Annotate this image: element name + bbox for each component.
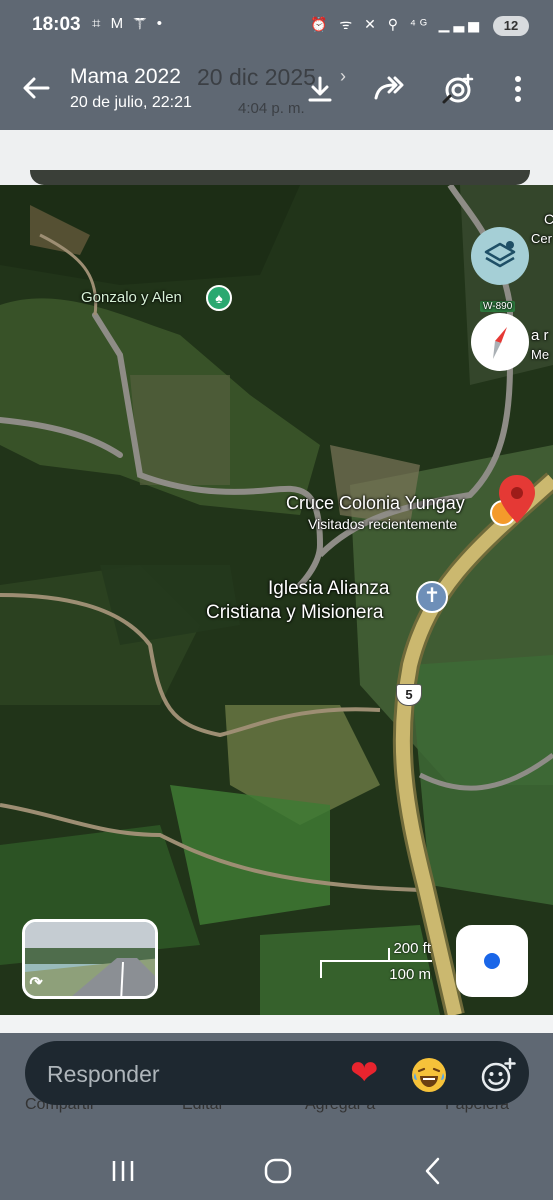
share-icon[interactable]: [372, 72, 406, 106]
notification-icons: ⌗ M ☤ •: [92, 15, 165, 32]
satellite-map-image[interactable]: C Cer a r Me W-890 Gonzalo y Alen ♠ Cruc…: [0, 185, 553, 1015]
lens-icon[interactable]: [441, 72, 475, 106]
compass-icon: [493, 327, 507, 359]
street-view-thumbnail[interactable]: [22, 919, 158, 999]
ghost-message-time: 4:04 p. m.: [238, 100, 305, 117]
battery-indicator: 12: [493, 16, 529, 36]
map-edge-label: a r: [531, 327, 549, 344]
image-bottom-edge: [0, 1015, 553, 1033]
page-title: Mama 2022: [70, 65, 181, 88]
location-dot-icon: [484, 953, 500, 969]
ghost-chevron: ›: [340, 66, 346, 86]
reply-placeholder: Responder: [47, 1061, 160, 1087]
laughing-emoji[interactable]: [412, 1058, 446, 1092]
page-subtitle: 20 de julio, 22:21: [70, 94, 192, 111]
back-icon[interactable]: [415, 1153, 451, 1189]
image-frame-edge: [30, 170, 530, 185]
status-bar: 18:03 ⌗ M ☤ • ⏰ ᯤ ✕ ⚲ ⁴ᴳ ▁▃▅ 12: [0, 0, 553, 50]
scale-meters: 100 m: [389, 966, 431, 983]
compass-button[interactable]: [471, 313, 529, 371]
road-label: W-890: [480, 301, 516, 312]
place-label-iglesia-2[interactable]: Cristiana y Misionera: [206, 602, 383, 624]
my-location-button[interactable]: [456, 925, 528, 997]
scale-tick: [320, 960, 322, 978]
scale-tick: [388, 948, 390, 962]
system-icons: ⏰ ᯤ ✕ ⚲ ⁴ᴳ ▁▃▅: [310, 16, 483, 32]
map-edge-label: Cer: [531, 231, 552, 246]
place-label-iglesia[interactable]: Iglesia Alianza: [268, 578, 389, 600]
map-terrain: [0, 185, 553, 1015]
heart-emoji[interactable]: ❤: [350, 1055, 379, 1091]
download-icon[interactable]: [303, 72, 337, 106]
reply-input[interactable]: Responder ❤: [25, 1041, 529, 1105]
ghost-message-date: 20 dic 2025: [197, 64, 316, 90]
scale-feet: 200 ft: [393, 940, 431, 957]
home-icon[interactable]: [260, 1153, 296, 1189]
laughing-face-icon: [413, 1067, 445, 1087]
layers-button[interactable]: [471, 227, 529, 285]
more-icon[interactable]: [501, 72, 535, 106]
app-bar: 20 dic 2025 › 4:04 p. m. Mama 2022 20 de…: [0, 50, 553, 130]
map-edge-label: C: [544, 211, 553, 227]
place-label-cruce[interactable]: Cruce Colonia Yungay: [286, 493, 465, 514]
map-edge-label: Me: [531, 347, 550, 362]
layers-icon: [484, 241, 516, 268]
location-pin-icon[interactable]: [497, 473, 537, 525]
map-scale: 200 ft 100 m: [320, 940, 435, 985]
church-pin-icon[interactable]: ✝: [416, 581, 448, 613]
recent-apps-icon[interactable]: [105, 1153, 141, 1189]
street-view-preview: [25, 922, 155, 996]
back-arrow-icon[interactable]: [20, 72, 52, 104]
bottom-panel: Compartir Editar Agregar a Papelera Resp…: [0, 1033, 553, 1200]
system-nav-bar: [0, 1141, 553, 1200]
park-pin-icon[interactable]: ♠: [206, 285, 232, 311]
chat-strip: [0, 130, 553, 185]
place-label-gonzalo[interactable]: Gonzalo y Alen: [81, 289, 182, 306]
place-label-cruce-sub: Visitados recientemente: [308, 516, 458, 532]
add-emoji-icon[interactable]: [479, 1057, 517, 1095]
route-shield: 5: [396, 684, 422, 706]
scale-bar: [320, 960, 432, 962]
status-time: 18:03: [32, 14, 81, 35]
